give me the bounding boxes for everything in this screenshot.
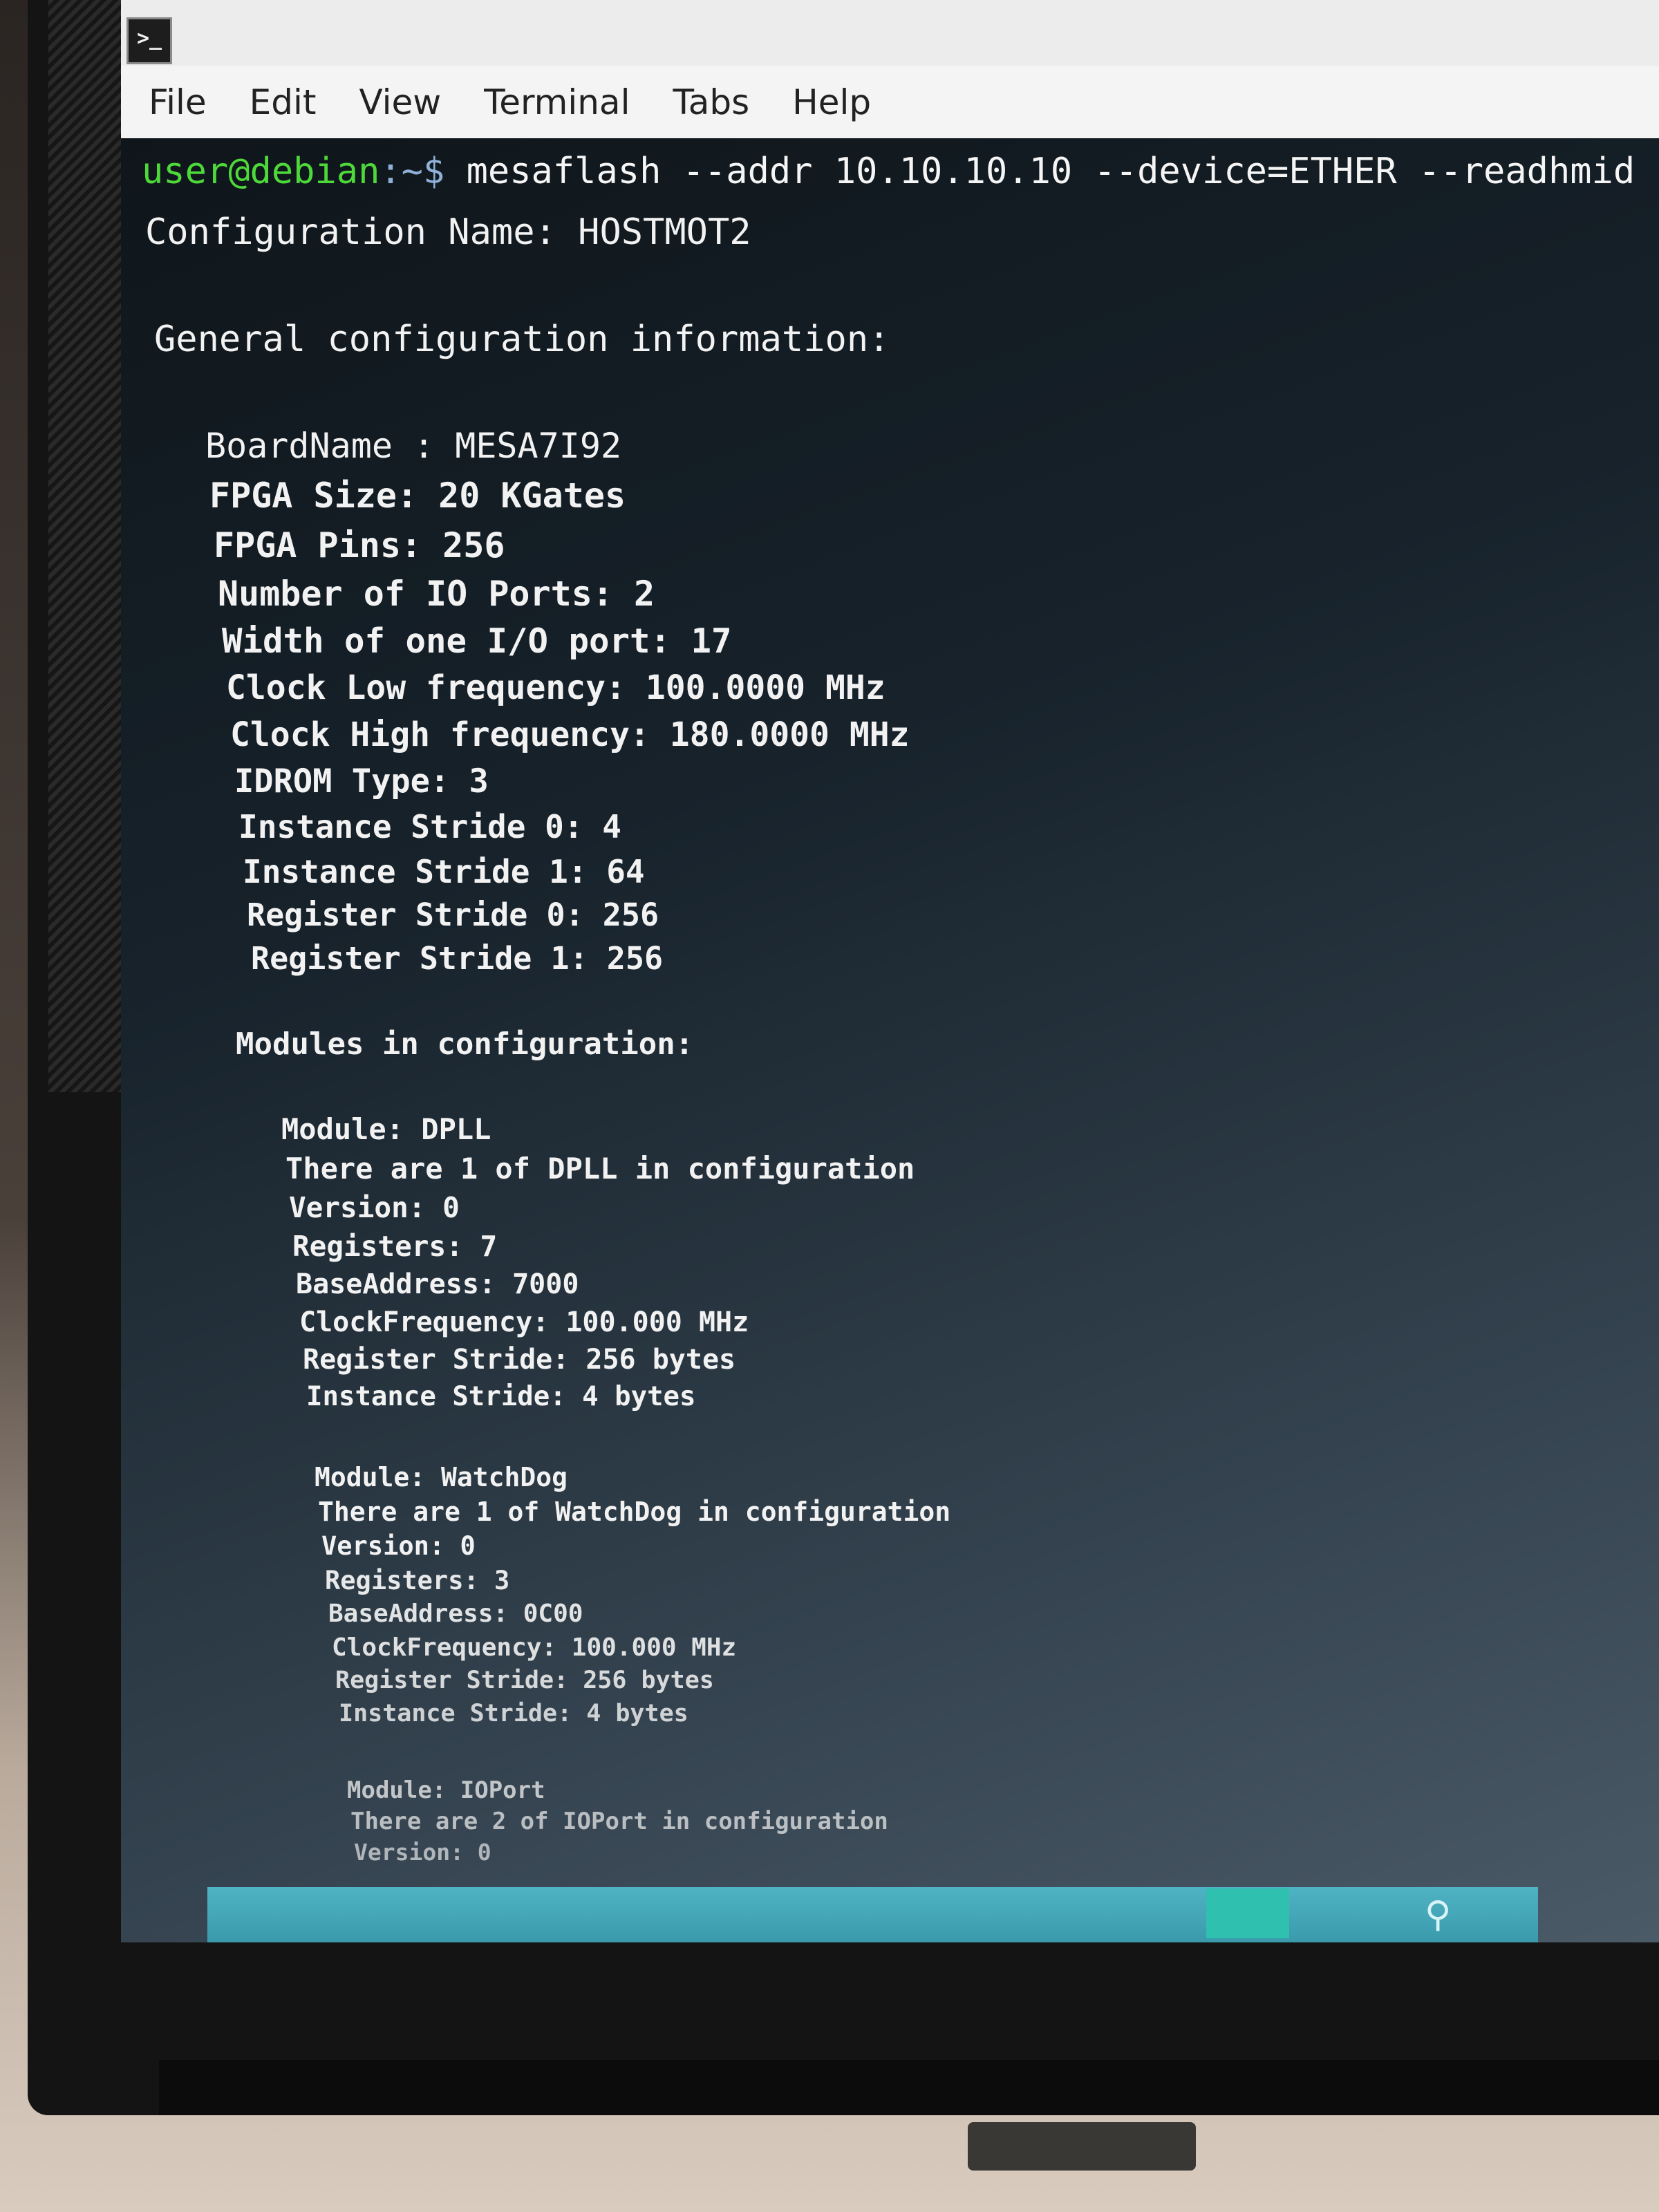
output-line: Instance Stride 0: 4 [238,808,621,845]
output-line: Version: 0 [321,1531,476,1561]
output-line: BaseAddress: 0C00 [328,1600,583,1628]
section-heading: General configuration information: [154,319,890,360]
output-line: BaseAddress: 7000 [296,1268,579,1300]
output-line: Version: 0 [289,1191,460,1224]
output-line: BoardName : MESA7I92 [205,426,622,466]
prompt-path: :~$ [379,151,467,192]
prompt-user: user@debian [142,151,380,192]
output-line: Instance Stride: 4 bytes [339,1700,688,1727]
taskbar-window-tile[interactable] [1206,1888,1289,1938]
output-line: Configuration Name: HOSTMOT2 [145,212,751,253]
output-line: Clock High frequency: 180.0000 MHz [230,715,910,754]
output-line: IDROM Type: 3 [234,762,489,800]
section-heading: Modules in configuration: [236,1027,694,1062]
terminal-output[interactable]: user@debian:~$ mesaflash --addr 10.10.10… [121,138,1659,1887]
prompt-line: user@debian:~$ mesaflash --addr 10.10.10… [142,153,1635,189]
output-line: There are 1 of DPLL in configuration [285,1152,915,1185]
taskbar [207,1887,1538,1942]
output-line: Registers: 7 [292,1230,498,1263]
output-line: ClockFrequency: 100.000 MHz [299,1306,749,1338]
command-text: mesaflash --addr 10.10.10.10 --device=ET… [466,151,1635,192]
output-line: Version: 0 [354,1839,491,1866]
menu-edit[interactable]: Edit [250,82,317,122]
menu-bar: File Edit View Terminal Tabs Help [121,66,1659,138]
output-line: There are 1 of WatchDog in configuration [318,1497,951,1527]
terminal-app-icon[interactable]: >_ [126,17,172,64]
output-line: Register Stride 1: 256 [251,940,664,977]
menu-view[interactable]: View [359,82,442,122]
search-icon[interactable]: ⚲ [1417,1894,1459,1936]
output-line: Register Stride: 256 bytes [335,1667,714,1694]
output-line: FPGA Size: 20 KGates [209,476,626,516]
keyboard-edge [968,2122,1196,2171]
menu-file[interactable]: File [149,82,207,122]
menu-help[interactable]: Help [792,82,871,122]
output-line: FPGA Pins: 256 [214,525,505,565]
output-line: ClockFrequency: 100.000 MHz [332,1633,737,1662]
module-title: Module: DPLL [281,1112,491,1146]
output-line: Registers: 3 [325,1566,510,1595]
module-title: Module: IOPort [347,1777,545,1804]
output-line: Instance Stride 1: 64 [243,853,645,890]
output-line: Register Stride: 256 bytes [303,1344,736,1376]
terminal-window: >_ File Edit View Terminal Tabs Help use… [121,0,1659,1942]
module-title: Module: WatchDog [315,1462,568,1492]
output-line: Instance Stride: 4 bytes [306,1381,696,1412]
output-line: There are 2 of IOPort in configuration [350,1808,888,1835]
output-line: Clock Low frequency: 100.0000 MHz [226,668,885,707]
output-line: Register Stride 0: 256 [247,897,659,933]
title-bar: >_ [121,0,1659,66]
menu-tabs[interactable]: Tabs [673,82,749,122]
menu-terminal[interactable]: Terminal [484,82,630,122]
output-line: Number of IO Ports: 2 [218,574,655,614]
output-line: Width of one I/O port: 17 [222,621,732,661]
laptop-hinge [159,2060,1659,2115]
